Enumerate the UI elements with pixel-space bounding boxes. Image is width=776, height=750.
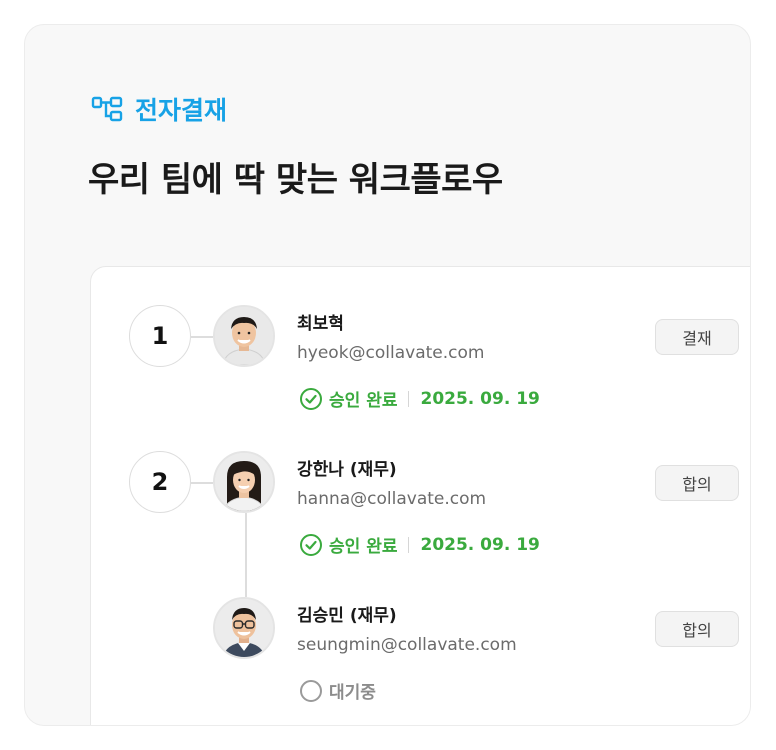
- approval-status: 대기중: [299, 678, 376, 703]
- approval-status: 승인 완료 2025. 09. 19: [299, 532, 540, 557]
- status-divider: [408, 536, 410, 553]
- approver-name: 김승민 (재무): [297, 606, 397, 626]
- page-title: 우리 팀에 딱 맞는 워크플로우: [88, 160, 503, 200]
- avatar: [213, 305, 275, 367]
- step-number-2: 2: [129, 451, 191, 513]
- feature-card: 전자결재 우리 팀에 딱 맞는 워크플로우 1 최보혁 hyeok@collav…: [24, 24, 751, 726]
- approver-email: seungmin@collavate.com: [297, 635, 517, 655]
- approver-email: hyeok@collavate.com: [297, 343, 485, 363]
- step-connector: [191, 336, 213, 338]
- avatar: [213, 597, 275, 659]
- status-text: 승인 완료: [329, 537, 398, 557]
- approver-name: 강한나 (재무): [297, 460, 397, 480]
- role-badge: 합의: [655, 465, 739, 501]
- section-label-text: 전자결재: [135, 96, 228, 125]
- check-circle-icon: [299, 533, 323, 557]
- avatar: [213, 451, 275, 513]
- approval-date: 2025. 09. 19: [420, 388, 540, 409]
- approver-name: 최보혁: [297, 314, 344, 334]
- role-badge: 결재: [655, 319, 739, 355]
- parallel-connector: [245, 513, 247, 597]
- step-number-1: 1: [129, 305, 191, 367]
- empty-circle-icon: [299, 679, 323, 703]
- workflow-icon: [91, 95, 125, 123]
- approval-date: 2025. 09. 19: [420, 534, 540, 555]
- approval-line-panel: 1 최보혁 hyeok@collavate.com 승인 완료 2025. 09…: [90, 266, 750, 725]
- status-divider: [408, 390, 410, 407]
- section-label: 전자결재: [91, 91, 227, 127]
- step-connector: [191, 482, 213, 484]
- check-circle-icon: [299, 387, 323, 411]
- role-badge: 합의: [655, 611, 739, 647]
- status-text: 대기중: [329, 683, 376, 703]
- approver-email: hanna@collavate.com: [297, 489, 487, 509]
- status-text: 승인 완료: [329, 391, 398, 411]
- approval-status: 승인 완료 2025. 09. 19: [299, 386, 540, 411]
